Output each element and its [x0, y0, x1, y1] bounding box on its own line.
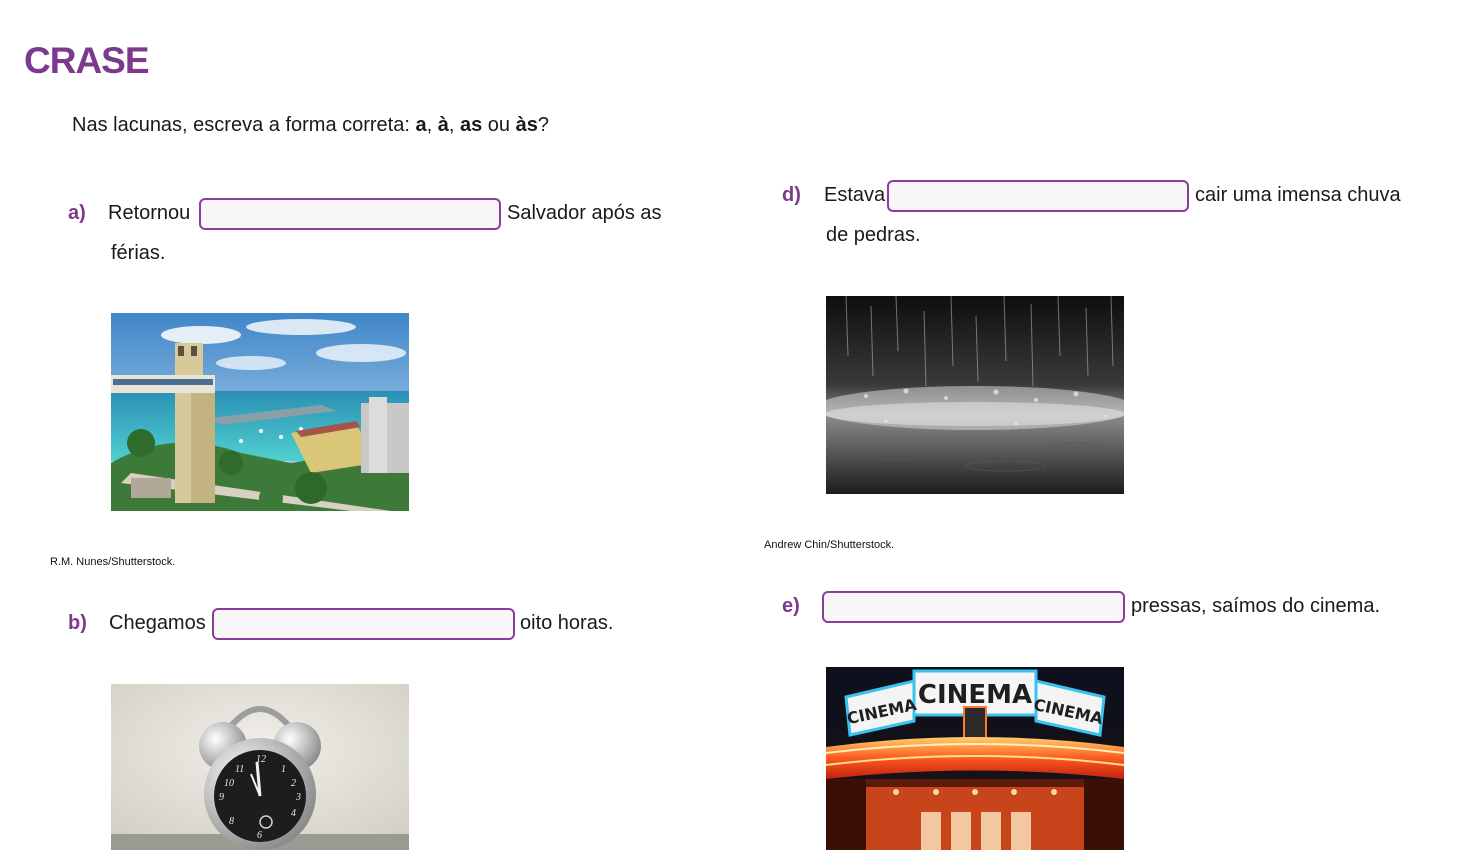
question-text-after: pressas, saímos do cinema. [1131, 595, 1380, 617]
alarm-clock-photo: 12 3 69 11 1 10 2 84 [111, 684, 409, 850]
question-text-before: Chegamos [109, 612, 206, 634]
question-text-before: Estava [824, 184, 886, 206]
svg-text:9: 9 [219, 792, 224, 803]
svg-text:3: 3 [295, 792, 301, 803]
svg-text:4: 4 [291, 808, 296, 819]
svg-text:2: 2 [291, 778, 296, 789]
question-text-after: oito horas. [520, 612, 614, 634]
salvador-city-photo [111, 313, 409, 511]
page-title: CRASE [24, 40, 150, 81]
photo-credit: Andrew Chin/Shutterstock. [764, 539, 895, 551]
svg-text:1: 1 [281, 764, 286, 775]
question-letter: e) [782, 595, 800, 617]
question-text-after: Salvador após as [507, 202, 662, 224]
instruction-text: Nas lacunas, escreva a forma correta: a,… [72, 114, 549, 136]
svg-text:6: 6 [257, 830, 262, 841]
question-text-after: cair uma imensa chuva [1195, 184, 1401, 206]
question-text-before: Retornou [108, 202, 191, 224]
photo-credit: R.M. Nunes/Shutterstock. [50, 556, 176, 568]
question-letter: a) [68, 202, 86, 224]
cinema-facade-photo: CINEMA CINEMA CINEMA [826, 667, 1124, 850]
svg-text:10: 10 [224, 778, 234, 789]
answer-input-e[interactable] [822, 591, 1125, 623]
question-text-line2: de pedras. [826, 224, 921, 246]
answer-input-d[interactable] [887, 180, 1189, 212]
heavy-rain-photo [826, 296, 1124, 494]
svg-text:11: 11 [235, 764, 244, 775]
svg-text:8: 8 [229, 816, 234, 827]
answer-input-b[interactable] [212, 608, 515, 640]
answer-input-a[interactable] [199, 198, 501, 230]
question-text-line2: férias. [111, 242, 166, 264]
question-letter: b) [68, 612, 87, 634]
question-letter: d) [782, 184, 801, 206]
cinema-sign-main: CINEMA [918, 680, 1032, 710]
